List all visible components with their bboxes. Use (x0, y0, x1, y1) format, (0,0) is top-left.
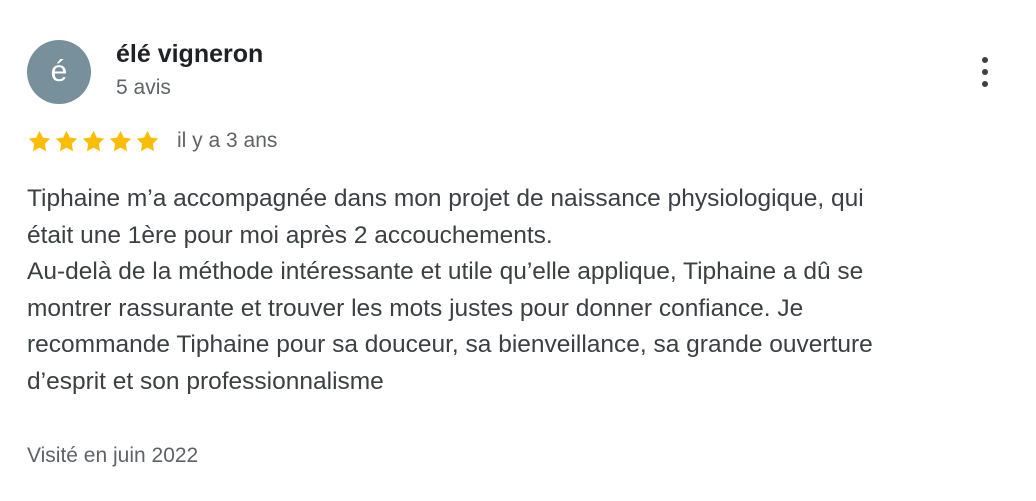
rating-row: il y a 3 ans (27, 126, 277, 156)
review-text-line: Tiphaine m’a accompagnée dans mon projet… (27, 185, 864, 212)
review-text: Tiphaine m’a accompagnée dans mon projet… (27, 181, 1017, 400)
review-text-line: était une 1ère pour moi après 2 accouche… (27, 221, 553, 249)
star-icon (109, 130, 132, 151)
visit-date: Visité en juin 2022 (27, 444, 199, 467)
star-rating (27, 129, 160, 154)
avatar[interactable]: é (27, 40, 91, 104)
review-card: é élé vigneron 5 avis il y a 3 ans Tipha… (0, 0, 1036, 501)
star-icon (28, 130, 51, 151)
more-options-button[interactable] (968, 50, 1002, 94)
star-icon (136, 130, 159, 151)
review-text-line: Au-delà de la méthode intéressante et ut… (27, 258, 864, 285)
star-icon (55, 130, 78, 151)
star-icon (82, 130, 105, 151)
review-time: il y a 3 ans (177, 129, 278, 152)
more-vertical-icon (982, 69, 988, 75)
avatar-initial: é (50, 55, 68, 88)
review-count: 5 avis (116, 76, 171, 99)
review-text-line: montrer rassurante et trouver les mots j… (27, 294, 804, 322)
review-text-line: d’esprit et son professionnalisme (27, 367, 384, 395)
more-vertical-icon (982, 81, 988, 87)
more-vertical-icon (982, 57, 988, 63)
reviewer-name[interactable]: élé vigneron (116, 40, 263, 69)
review-text-line: recommande Tiphaine pour sa douceur, sa … (27, 331, 873, 358)
